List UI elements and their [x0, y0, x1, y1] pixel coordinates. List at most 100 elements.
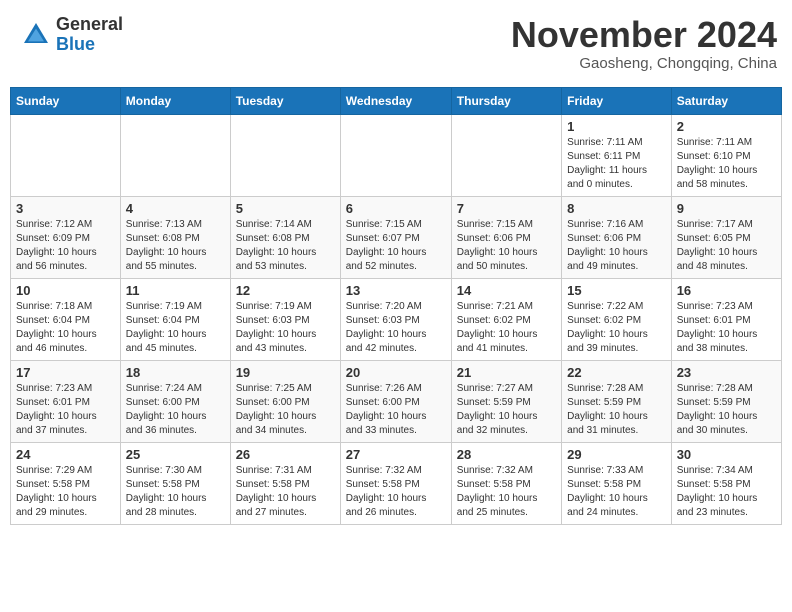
day-number: 23	[677, 365, 776, 380]
day-info: Sunrise: 7:15 AMSunset: 6:07 PMDaylight:…	[346, 219, 427, 272]
calendar-week-2: 3 Sunrise: 7:12 AMSunset: 6:09 PMDayligh…	[11, 196, 782, 278]
weekday-header-friday: Friday	[562, 87, 672, 114]
calendar-cell: 24 Sunrise: 7:29 AMSunset: 5:58 PMDaylig…	[11, 442, 121, 524]
day-info: Sunrise: 7:23 AMSunset: 6:01 PMDaylight:…	[16, 383, 97, 436]
day-number: 24	[16, 447, 115, 462]
day-number: 29	[567, 447, 666, 462]
day-info: Sunrise: 7:29 AMSunset: 5:58 PMDaylight:…	[16, 465, 97, 518]
day-info: Sunrise: 7:28 AMSunset: 5:59 PMDaylight:…	[567, 383, 648, 436]
day-number: 25	[126, 447, 225, 462]
calendar-cell	[340, 114, 451, 196]
calendar-cell: 13 Sunrise: 7:20 AMSunset: 6:03 PMDaylig…	[340, 278, 451, 360]
weekday-header-tuesday: Tuesday	[230, 87, 340, 114]
calendar-cell	[230, 114, 340, 196]
day-info: Sunrise: 7:12 AMSunset: 6:09 PMDaylight:…	[16, 219, 97, 272]
weekday-header-thursday: Thursday	[451, 87, 561, 114]
day-number: 15	[567, 283, 666, 298]
day-number: 7	[457, 201, 556, 216]
calendar-table: SundayMondayTuesdayWednesdayThursdayFrid…	[10, 87, 782, 525]
day-info: Sunrise: 7:16 AMSunset: 6:06 PMDaylight:…	[567, 219, 648, 272]
calendar-week-3: 10 Sunrise: 7:18 AMSunset: 6:04 PMDaylig…	[11, 278, 782, 360]
day-info: Sunrise: 7:32 AMSunset: 5:58 PMDaylight:…	[457, 465, 538, 518]
calendar-cell: 27 Sunrise: 7:32 AMSunset: 5:58 PMDaylig…	[340, 442, 451, 524]
calendar-week-4: 17 Sunrise: 7:23 AMSunset: 6:01 PMDaylig…	[11, 360, 782, 442]
day-number: 3	[16, 201, 115, 216]
logo-blue: Blue	[56, 35, 123, 55]
calendar-cell: 14 Sunrise: 7:21 AMSunset: 6:02 PMDaylig…	[451, 278, 561, 360]
day-number: 28	[457, 447, 556, 462]
day-info: Sunrise: 7:22 AMSunset: 6:02 PMDaylight:…	[567, 301, 648, 354]
calendar-cell	[11, 114, 121, 196]
calendar-cell: 7 Sunrise: 7:15 AMSunset: 6:06 PMDayligh…	[451, 196, 561, 278]
day-info: Sunrise: 7:11 AMSunset: 6:11 PMDaylight:…	[567, 137, 647, 190]
page-header: General Blue November 2024 Gaosheng, Cho…	[10, 10, 782, 77]
day-number: 9	[677, 201, 776, 216]
day-number: 12	[236, 283, 335, 298]
day-info: Sunrise: 7:17 AMSunset: 6:05 PMDaylight:…	[677, 219, 758, 272]
day-number: 14	[457, 283, 556, 298]
day-number: 6	[346, 201, 446, 216]
calendar-cell: 20 Sunrise: 7:26 AMSunset: 6:00 PMDaylig…	[340, 360, 451, 442]
day-number: 16	[677, 283, 776, 298]
weekday-header-sunday: Sunday	[11, 87, 121, 114]
day-info: Sunrise: 7:13 AMSunset: 6:08 PMDaylight:…	[126, 219, 207, 272]
calendar-cell: 8 Sunrise: 7:16 AMSunset: 6:06 PMDayligh…	[562, 196, 672, 278]
title-area: November 2024 Gaosheng, Chongqing, China	[511, 15, 777, 72]
day-info: Sunrise: 7:11 AMSunset: 6:10 PMDaylight:…	[677, 137, 758, 190]
calendar-cell: 22 Sunrise: 7:28 AMSunset: 5:59 PMDaylig…	[562, 360, 672, 442]
day-info: Sunrise: 7:27 AMSunset: 5:59 PMDaylight:…	[457, 383, 538, 436]
location-subtitle: Gaosheng, Chongqing, China	[511, 55, 777, 72]
day-info: Sunrise: 7:19 AMSunset: 6:04 PMDaylight:…	[126, 301, 207, 354]
day-number: 2	[677, 119, 776, 134]
day-info: Sunrise: 7:18 AMSunset: 6:04 PMDaylight:…	[16, 301, 97, 354]
weekday-header-wednesday: Wednesday	[340, 87, 451, 114]
calendar-cell: 15 Sunrise: 7:22 AMSunset: 6:02 PMDaylig…	[562, 278, 672, 360]
day-info: Sunrise: 7:30 AMSunset: 5:58 PMDaylight:…	[126, 465, 207, 518]
calendar-cell: 3 Sunrise: 7:12 AMSunset: 6:09 PMDayligh…	[11, 196, 121, 278]
calendar-cell	[120, 114, 230, 196]
day-info: Sunrise: 7:21 AMSunset: 6:02 PMDaylight:…	[457, 301, 538, 354]
logo-text: General Blue	[56, 15, 123, 55]
calendar-week-5: 24 Sunrise: 7:29 AMSunset: 5:58 PMDaylig…	[11, 442, 782, 524]
calendar-week-1: 1 Sunrise: 7:11 AMSunset: 6:11 PMDayligh…	[11, 114, 782, 196]
day-number: 30	[677, 447, 776, 462]
day-info: Sunrise: 7:24 AMSunset: 6:00 PMDaylight:…	[126, 383, 207, 436]
calendar-cell: 2 Sunrise: 7:11 AMSunset: 6:10 PMDayligh…	[671, 114, 781, 196]
logo-general: General	[56, 15, 123, 35]
day-info: Sunrise: 7:15 AMSunset: 6:06 PMDaylight:…	[457, 219, 538, 272]
day-number: 8	[567, 201, 666, 216]
calendar-cell: 10 Sunrise: 7:18 AMSunset: 6:04 PMDaylig…	[11, 278, 121, 360]
calendar-cell: 28 Sunrise: 7:32 AMSunset: 5:58 PMDaylig…	[451, 442, 561, 524]
day-info: Sunrise: 7:26 AMSunset: 6:00 PMDaylight:…	[346, 383, 427, 436]
day-info: Sunrise: 7:23 AMSunset: 6:01 PMDaylight:…	[677, 301, 758, 354]
calendar-cell: 5 Sunrise: 7:14 AMSunset: 6:08 PMDayligh…	[230, 196, 340, 278]
day-number: 17	[16, 365, 115, 380]
day-info: Sunrise: 7:28 AMSunset: 5:59 PMDaylight:…	[677, 383, 758, 436]
logo-icon	[20, 19, 52, 51]
day-info: Sunrise: 7:34 AMSunset: 5:58 PMDaylight:…	[677, 465, 758, 518]
day-number: 26	[236, 447, 335, 462]
day-info: Sunrise: 7:20 AMSunset: 6:03 PMDaylight:…	[346, 301, 427, 354]
calendar-cell: 16 Sunrise: 7:23 AMSunset: 6:01 PMDaylig…	[671, 278, 781, 360]
day-info: Sunrise: 7:25 AMSunset: 6:00 PMDaylight:…	[236, 383, 317, 436]
day-number: 13	[346, 283, 446, 298]
calendar-cell: 23 Sunrise: 7:28 AMSunset: 5:59 PMDaylig…	[671, 360, 781, 442]
day-info: Sunrise: 7:19 AMSunset: 6:03 PMDaylight:…	[236, 301, 317, 354]
calendar-cell: 17 Sunrise: 7:23 AMSunset: 6:01 PMDaylig…	[11, 360, 121, 442]
day-number: 18	[126, 365, 225, 380]
calendar-cell: 12 Sunrise: 7:19 AMSunset: 6:03 PMDaylig…	[230, 278, 340, 360]
day-number: 1	[567, 119, 666, 134]
calendar-cell: 30 Sunrise: 7:34 AMSunset: 5:58 PMDaylig…	[671, 442, 781, 524]
day-number: 19	[236, 365, 335, 380]
day-number: 5	[236, 201, 335, 216]
day-info: Sunrise: 7:32 AMSunset: 5:58 PMDaylight:…	[346, 465, 427, 518]
day-number: 11	[126, 283, 225, 298]
weekday-header-monday: Monday	[120, 87, 230, 114]
calendar-cell: 11 Sunrise: 7:19 AMSunset: 6:04 PMDaylig…	[120, 278, 230, 360]
day-number: 4	[126, 201, 225, 216]
weekday-header-row: SundayMondayTuesdayWednesdayThursdayFrid…	[11, 87, 782, 114]
day-number: 10	[16, 283, 115, 298]
calendar-cell: 4 Sunrise: 7:13 AMSunset: 6:08 PMDayligh…	[120, 196, 230, 278]
month-title: November 2024	[511, 15, 777, 55]
day-info: Sunrise: 7:14 AMSunset: 6:08 PMDaylight:…	[236, 219, 317, 272]
